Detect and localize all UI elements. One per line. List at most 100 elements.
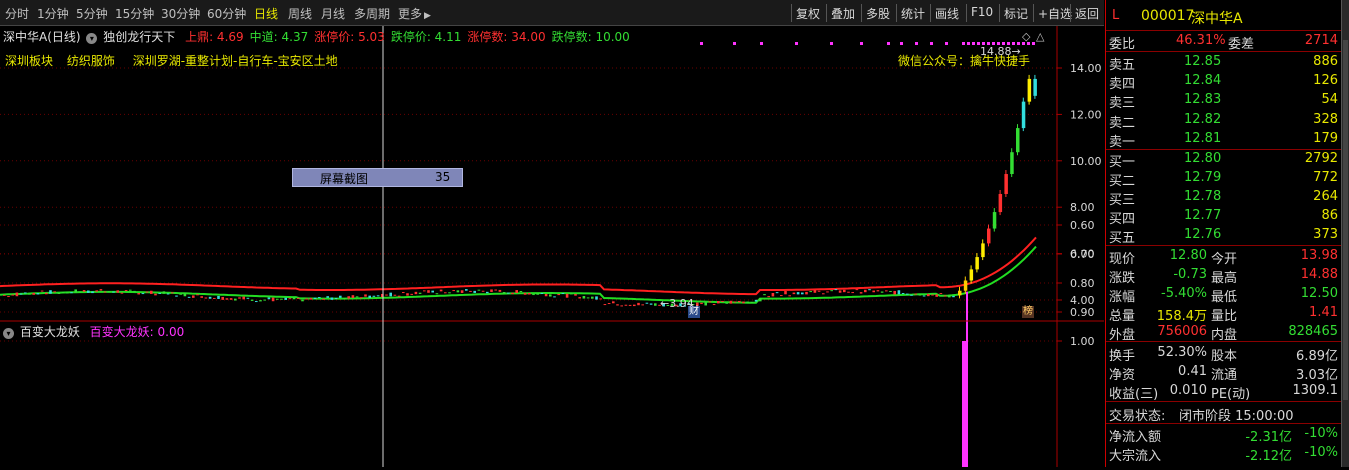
candle: [99, 289, 103, 291]
flow-pct: -10%: [1304, 445, 1338, 460]
chart-area[interactable]: 14.00 12.00 10.00 8.00 6.00 4.00 1.00 0.90 0.80…: [0, 26, 1104, 467]
ask-price: 12.81: [1184, 130, 1222, 146]
fund-value: 52.30%: [1157, 345, 1207, 360]
statistics-button[interactable]: 统计: [896, 4, 929, 22]
trade-status-label: 交易状态:: [1109, 409, 1166, 424]
fuquan-button[interactable]: 复权: [791, 4, 824, 22]
candle: [712, 304, 716, 306]
weicha-label: 委差: [1228, 37, 1255, 52]
overlay-button[interactable]: 叠加: [826, 4, 859, 22]
indicator-value-5: 跌停数: 10.00: [551, 30, 630, 44]
tag-concept[interactable]: 深圳罗湖-重整计划-自行车-宝安区土地: [133, 54, 338, 68]
kline-chart[interactable]: 14.0012.0010.008.006.004.00 1.000.900.80…: [0, 26, 1104, 467]
candle: [301, 299, 304, 302]
flow-row: 大宗流入 -2.12亿 -10%: [1106, 444, 1342, 464]
trade-status-value: 闭市阶段 15:00:00: [1179, 409, 1294, 424]
candle: [410, 293, 413, 295]
sub-indicator-toggle-icon[interactable]: ▾: [3, 328, 14, 339]
tab-5min[interactable]: 5分钟: [76, 5, 108, 22]
candle: [1010, 152, 1014, 175]
trade-status-row: 交易状态: 闭市阶段 15:00:00: [1106, 404, 1342, 424]
candle: [889, 290, 892, 292]
ask-volume: 54: [1321, 92, 1338, 108]
stat-row: 涨跌 -0.73 最高 14.88: [1106, 266, 1342, 286]
candle: [103, 291, 107, 293]
candle: [439, 289, 443, 292]
candle: [465, 289, 468, 291]
stat-label: 涨幅: [1109, 290, 1136, 305]
candle: [112, 291, 115, 293]
candle: [641, 304, 644, 306]
candle: [162, 291, 166, 294]
triangle-up-icon[interactable]: △: [1036, 30, 1044, 43]
candle: [313, 297, 317, 299]
candle: [196, 294, 199, 296]
candle: [238, 297, 241, 299]
candle: [427, 290, 430, 293]
candle: [570, 293, 573, 295]
tab-fenshi[interactable]: 分时: [5, 5, 29, 22]
ask-label: 卖四: [1109, 77, 1136, 93]
tab-15min[interactable]: 15分钟: [115, 5, 154, 22]
candle: [612, 301, 615, 304]
candle: [192, 295, 195, 298]
back-button[interactable]: 返回: [1070, 4, 1103, 22]
mark-button[interactable]: 标记: [999, 4, 1032, 22]
diamond-icon[interactable]: ◇: [1022, 30, 1030, 43]
candle: [124, 290, 128, 292]
candle: [717, 300, 720, 304]
quote-panel: L 000017 深中华A 委比 46.31% 委差 2714 卖五 12.85 8…: [1105, 0, 1342, 467]
candle: [914, 293, 917, 295]
candle: [649, 303, 653, 305]
candle: [628, 304, 632, 306]
sub-bar: [966, 291, 968, 467]
ask-label: 卖一: [1109, 134, 1136, 150]
tab-daily[interactable]: 日线: [254, 5, 278, 22]
indicator-toggle-icon[interactable]: ▾: [86, 33, 98, 44]
candle: [843, 289, 846, 293]
stat-value: -0.73: [1173, 267, 1207, 282]
tab-multi-period[interactable]: 多周期: [354, 5, 390, 22]
bid-volume: 86: [1321, 208, 1338, 223]
candle: [246, 297, 250, 299]
candle: [771, 293, 775, 297]
sub-tick-label: 0.90: [1070, 306, 1095, 319]
f10-button[interactable]: F10: [966, 4, 997, 22]
tab-more[interactable]: 更多 ▶: [398, 5, 431, 22]
tab-monthly[interactable]: 月线: [321, 5, 345, 22]
weibi-value: 46.31%: [1176, 33, 1226, 48]
sub-chart-value: 百变大龙妖: 0.00: [89, 325, 185, 339]
scrollbar-thumb[interactable]: [1343, 40, 1348, 400]
rank-marker[interactable]: 榜: [1022, 306, 1034, 318]
draw-line-button[interactable]: 画线: [930, 4, 963, 22]
candle: [351, 295, 355, 298]
signal-dot: [830, 42, 833, 45]
candle: [616, 304, 619, 306]
tab-1min[interactable]: 1分钟: [37, 5, 69, 22]
tab-weekly[interactable]: 周线: [288, 5, 312, 22]
candle: [607, 303, 611, 305]
tab-60min[interactable]: 60分钟: [207, 5, 246, 22]
tag-region[interactable]: 深圳板块: [5, 54, 53, 68]
candle: [540, 292, 544, 294]
candle: [32, 292, 35, 295]
candle: [948, 295, 951, 298]
candle: [536, 293, 539, 295]
candle: [561, 292, 565, 294]
vertical-scrollbar[interactable]: [1341, 0, 1349, 467]
sub-tick-label: 1.00: [1070, 335, 1095, 348]
multi-stock-button[interactable]: 多股: [861, 4, 894, 22]
candle: [150, 290, 153, 294]
tab-30min[interactable]: 30分钟: [161, 5, 200, 22]
candle: [448, 292, 451, 294]
candle: [1033, 78, 1037, 96]
candle: [939, 293, 943, 295]
fund-label: PE(动): [1211, 387, 1251, 402]
candle: [826, 291, 829, 293]
tag-industry[interactable]: 纺织服饰: [67, 54, 115, 68]
stat-value: 14.88: [1300, 267, 1338, 282]
stat-label: 总量: [1109, 309, 1136, 324]
candle: [847, 291, 850, 293]
candle: [326, 296, 329, 298]
finance-marker[interactable]: 财: [688, 306, 700, 318]
